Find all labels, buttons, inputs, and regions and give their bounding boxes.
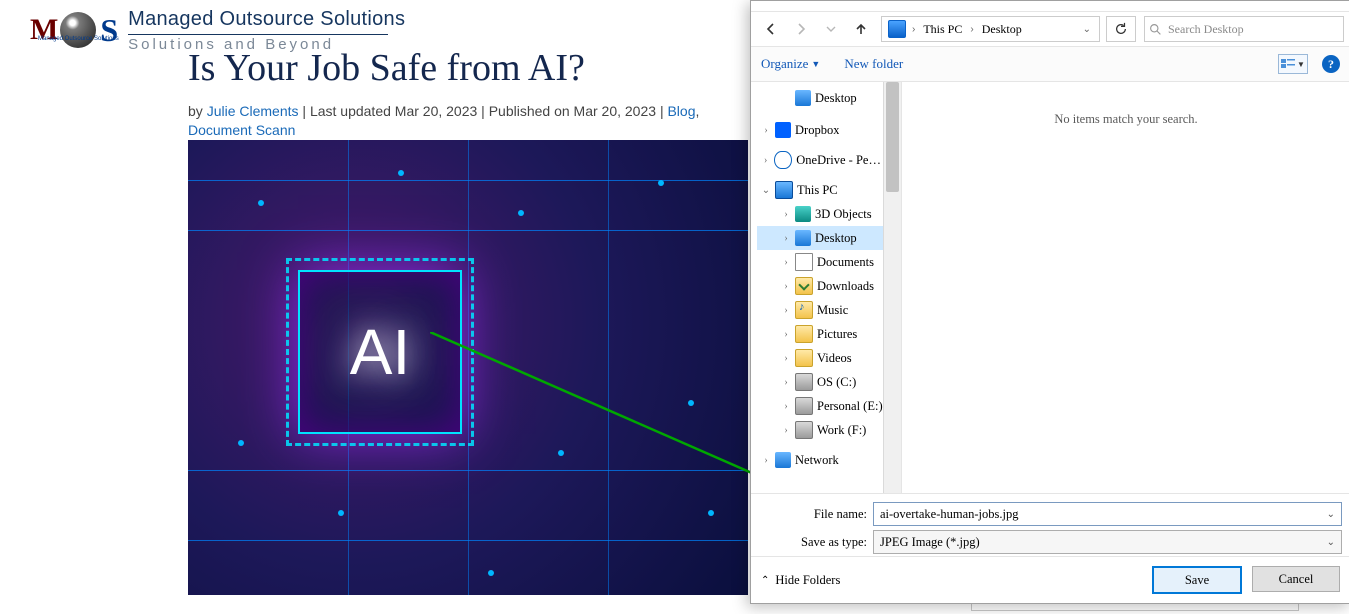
tree-documents[interactable]: ›Documents — [757, 250, 883, 274]
article-title: Is Your Job Safe from AI? — [188, 48, 748, 90]
videos-icon — [795, 349, 813, 367]
new-folder-button[interactable]: New folder — [844, 56, 903, 72]
tree-pictures[interactable]: ›Pictures — [757, 322, 883, 346]
drive-icon — [795, 421, 813, 439]
tree-drive-e[interactable]: ›Personal (E:) — [757, 394, 883, 418]
refresh-button[interactable] — [1106, 16, 1136, 42]
save-as-dialog: › This PC › Desktop ⌄ Search Desktop Org… — [750, 0, 1349, 604]
breadcrumb-root[interactable]: This PC — [917, 22, 968, 37]
logo-tiny-caption: Managed Outsource Solutions — [38, 36, 119, 42]
network-icon — [775, 452, 791, 468]
nav-back-button[interactable] — [757, 15, 785, 43]
chevron-down-icon: ▼ — [811, 59, 820, 69]
dialog-toolbar: Organize ▼ New folder ▼ ? — [751, 46, 1349, 82]
article-meta: by Julie Clements | Last updated Mar 20,… — [188, 102, 748, 141]
search-icon — [1149, 23, 1162, 36]
site-logo[interactable]: M S Managed Outsource Solutions Solution… — [30, 8, 405, 52]
cloud-icon — [774, 151, 792, 169]
navpane-scrollbar[interactable] — [883, 82, 901, 493]
hero-image[interactable]: AI — [188, 140, 748, 595]
breadcrumb-dropdown-icon[interactable]: ⌄ — [1077, 24, 1097, 35]
tree-this-pc[interactable]: ⌄This PC — [757, 178, 883, 202]
logo-title: Managed Outsource Solutions — [128, 8, 405, 30]
tree-desktop[interactable]: ›Desktop — [757, 226, 883, 250]
author-link[interactable]: Julie Clements — [207, 103, 299, 119]
breadcrumb-leaf[interactable]: Desktop — [976, 22, 1028, 37]
nav-forward-button[interactable] — [787, 15, 815, 43]
organize-menu[interactable]: Organize ▼ — [761, 56, 820, 72]
chevron-down-icon[interactable]: ⌄ — [1327, 537, 1335, 548]
cube-icon — [795, 206, 811, 222]
cancel-button[interactable]: Cancel — [1252, 566, 1340, 592]
chevron-down-icon: ▼ — [1297, 60, 1305, 69]
tree-videos[interactable]: ›Videos — [757, 346, 883, 370]
chevron-down-icon[interactable]: ⌄ — [1327, 509, 1335, 520]
article-header: Is Your Job Safe from AI? by Julie Cleme… — [188, 48, 748, 141]
pictures-icon — [795, 325, 813, 343]
recent-locations-button[interactable] — [817, 15, 845, 43]
document-icon — [795, 253, 813, 271]
pc-icon — [888, 20, 906, 38]
tree-onedrive[interactable]: ›OneDrive - Person — [757, 148, 883, 172]
navigation-pane: Desktop ›Dropbox ›OneDrive - Person ⌄Thi… — [751, 82, 902, 493]
file-list-area[interactable]: No items match your search. — [902, 82, 1349, 493]
cat-scan-link[interactable]: Document Scann — [188, 122, 295, 138]
tree-drive-c[interactable]: ›OS (C:) — [757, 370, 883, 394]
desktop-icon — [795, 90, 811, 106]
filetype-select[interactable]: JPEG Image (*.jpg) ⌄ — [873, 530, 1342, 554]
cat-blog-link[interactable]: Blog — [667, 103, 695, 119]
tree-drive-f[interactable]: ›Work (F:) — [757, 418, 883, 442]
tree-network[interactable]: ›Network — [757, 448, 883, 472]
save-button[interactable]: Save — [1152, 566, 1242, 594]
help-button[interactable]: ? — [1322, 55, 1340, 73]
drive-icon — [795, 397, 813, 415]
by-prefix: by — [188, 103, 207, 119]
pc-icon — [775, 181, 793, 199]
meta-updated: Last updated Mar 20, 2023 — [310, 103, 477, 119]
ai-chip-graphic: AI — [298, 270, 462, 434]
empty-message: No items match your search. — [1054, 112, 1197, 127]
tree-dropbox[interactable]: ›Dropbox — [757, 118, 883, 142]
nav-up-button[interactable] — [847, 15, 875, 43]
drive-icon — [795, 373, 813, 391]
logo-mark: M S — [30, 12, 118, 48]
breadcrumb-bar[interactable]: › This PC › Desktop ⌄ — [881, 16, 1100, 42]
dropbox-icon — [775, 122, 791, 138]
filename-fields: File name: ai-overtake-human-jobs.jpg ⌄ … — [751, 493, 1349, 556]
tree-3d-objects[interactable]: ›3D Objects — [757, 202, 883, 226]
search-input[interactable]: Search Desktop — [1144, 16, 1344, 42]
tree-music[interactable]: ›Music — [757, 298, 883, 322]
filename-input[interactable]: ai-overtake-human-jobs.jpg ⌄ — [873, 502, 1342, 526]
tree-downloads[interactable]: ›Downloads — [757, 274, 883, 298]
filename-label: File name: — [759, 507, 867, 522]
filetype-label: Save as type: — [759, 535, 867, 550]
download-icon — [795, 277, 813, 295]
address-bar: › This PC › Desktop ⌄ Search Desktop — [751, 12, 1349, 46]
desktop-icon — [795, 230, 811, 246]
view-options-button[interactable]: ▼ — [1278, 54, 1308, 74]
meta-published: Published on Mar 20, 2023 — [489, 103, 656, 119]
search-placeholder: Search Desktop — [1168, 22, 1244, 37]
globe-icon — [60, 12, 96, 48]
music-icon — [795, 301, 813, 319]
dialog-footer: ⌃ Hide Folders Save Cancel — [751, 556, 1349, 603]
hide-folders-toggle[interactable]: ⌃ Hide Folders — [761, 573, 840, 588]
chevron-up-icon: ⌃ — [761, 575, 769, 586]
tree-desktop-quick[interactable]: Desktop — [757, 86, 883, 110]
